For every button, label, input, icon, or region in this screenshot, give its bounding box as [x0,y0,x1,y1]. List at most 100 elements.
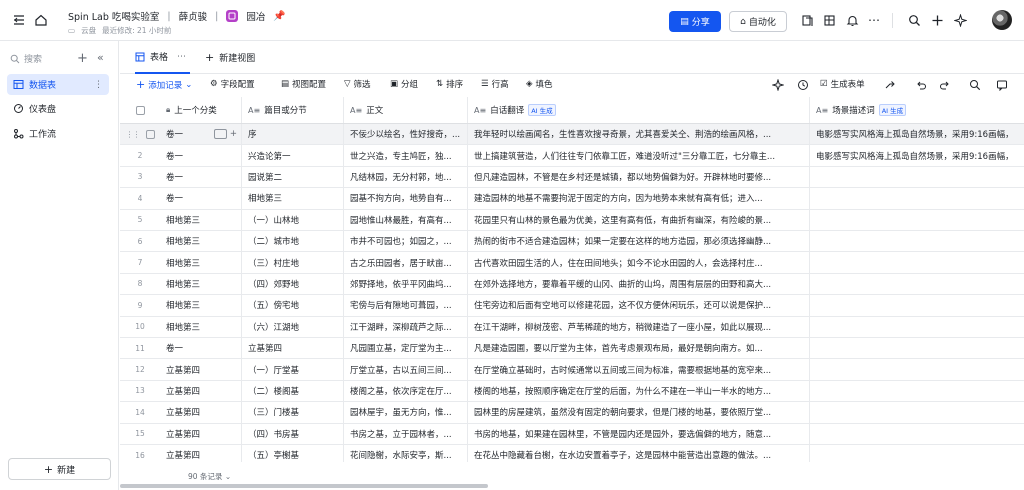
table-cell[interactable]: 序 [242,124,344,145]
row-number-cell[interactable]: 2 [120,145,160,165]
history-icon[interactable] [797,79,809,91]
table-cell[interactable] [810,317,1024,337]
drag-handle-icon[interactable]: ⋮⋮ [126,130,141,139]
table-cell[interactable]: 我年轻时以绘画闻名，生性喜欢搜寻奇景，尤其喜爱关仝、荆浩的绘画风格，... [468,124,810,145]
table-cell[interactable]: 但凡建造园林，不管是在乡村还是城镇，都以地势偏僻为好。开辟林地时要修... [468,166,810,188]
table-cell[interactable]: 电影感写实风格海上孤岛自然场景，采用9:16画幅， [810,145,1024,165]
table-cell[interactable]: 热闹的街市不适合建造园林；如果一定要在这样的地方造园，那必须选择幽静... [468,231,810,252]
table-cell[interactable]: 相地第三 [242,188,344,209]
table-cell[interactable]: 卷一 + [160,124,242,145]
row-number-cell[interactable]: 14 [120,402,160,422]
row-number-cell[interactable]: 9 [120,295,160,315]
filter-button[interactable]: ▽ 筛选 [344,78,371,90]
table-cell[interactable]: 立基第四 [160,359,242,380]
copy-icon[interactable] [800,13,814,27]
table-row[interactable]: 15 立基第四 （四）书房基 书房之基，立于园林者，... 书房的地基，如果建在园林里，… [120,423,1024,445]
row-number-cell[interactable]: 15 [120,424,160,444]
table-cell[interactable]: 卷一 [160,188,242,209]
automation-button[interactable]: ⌂ 自动化 [729,11,787,32]
table-cell[interactable] [810,381,1024,401]
table-cell[interactable]: 相地第三 [160,252,242,273]
table-cell[interactable]: （四）书房基 [242,423,344,444]
table-cell[interactable]: 古之乐田园者，居于畎亩... [344,252,468,273]
redo-icon[interactable] [939,79,951,91]
table-cell[interactable] [810,167,1024,187]
table-cell[interactable]: 书房的地基，如果建在园林里，不管是园内还是园外，要选偏僻的地方，随意... [468,423,810,444]
table-cell[interactable]: 市井不可园也；如园之，... [344,231,468,252]
table-cell[interactable]: 凡结林园，无分村郭，地... [344,166,468,188]
sidebar-item-dashboard[interactable]: 仪表盘 [7,98,109,119]
table-cell[interactable]: 立基第四 [160,423,242,444]
row-checkbox[interactable] [145,129,155,139]
plus-icon[interactable] [930,13,944,27]
row-number-cell[interactable]: 10 [120,317,160,337]
table-cell[interactable]: 在江干湖畔，柳树茂密、芦苇稀疏的地方，稍微建造了一座小屋，如此以展现... [468,316,810,337]
table-row[interactable]: 4 卷一 相地第三 园基不拘方向，地势自有... 建造园林的地基不需要拘泥于固定的方向，… [120,188,1024,210]
row-number-cell[interactable]: 6 [120,231,160,251]
more-vertical-icon[interactable]: ⋮ [94,80,103,90]
select-all-checkbox[interactable] [135,105,145,115]
table-row[interactable]: 7 相地第三 （三）村庄地 古之乐田园者，居于畎亩... 古代喜欢田园生活的人，住在田间… [120,252,1024,274]
sort-button[interactable]: ⇅ 排序 [436,78,463,90]
table-row[interactable]: 3 卷一 园说第二 凡结林园，无分村郭，地... 但凡建造园林，不管是在乡村还是城镇，都… [120,166,1024,189]
sidebar-toggle-icon[interactable] [12,13,26,27]
table-row[interactable]: 16 立基第四 （五）亭榭基 花间隐榭，水际安亭，斯... 在花丛中隐藏着台榭，在水边安… [120,445,1024,462]
base-name[interactable]: 园冶 [246,9,265,23]
table-row[interactable]: 12 立基第四 （一）厅堂基 厅堂立基，古以五间三间... 在厅堂确立基础时，古时候通常… [120,359,1024,381]
table-cell[interactable]: （一）山林地 [242,209,344,230]
search-icon[interactable] [969,79,981,91]
table-cell[interactable]: 书房之基，立于园林者，... [344,423,468,444]
fill-color-button[interactable]: ◈ 填色 [526,78,553,90]
home-icon[interactable] [34,13,48,27]
comment-icon[interactable] [996,79,1008,91]
table-cell[interactable]: 卷一 [160,338,242,359]
table-cell[interactable]: 相地第三 [160,209,242,230]
table-cell[interactable]: 园说第二 [242,166,344,188]
table-cell[interactable]: （三）门楼基 [242,402,344,423]
sparkle-icon[interactable] [953,13,967,27]
table-cell[interactable]: 卷一 [160,145,242,166]
table-cell[interactable] [810,252,1024,272]
table-cell[interactable]: 江干湖畔，深柳疏芦之际... [344,316,468,337]
table-cell[interactable]: 园地惟山林最胜，有高有... [344,209,468,230]
table-row[interactable]: 10 相地第三 （六）江湖地 江干湖畔，深柳疏芦之际... 在江干湖畔，柳树茂密、芦苇稀… [120,316,1024,338]
table-cell[interactable]: 世上搞建筑营造，人们往往专门依靠工匠，难道没听过"三分靠工匠，七分靠主... [468,145,810,166]
bell-icon[interactable] [845,13,859,27]
table-cell[interactable]: 立基第四 [160,380,242,402]
table-cell[interactable]: 楼阁之基，依次序定在厅... [344,380,468,402]
row-number-cell[interactable]: 13 [120,381,160,401]
table-cell[interactable]: 卷一 [160,166,242,188]
add-icon[interactable]: + [77,51,88,66]
column-header[interactable]: A≡ 正文 [344,97,468,123]
table-cell[interactable]: （四）郊野地 [242,273,344,295]
column-header[interactable]: A≡ 场景描述词 AI 生成 [810,97,1024,123]
share-view-icon[interactable] [884,79,896,91]
table-cell[interactable]: 电影感写实风格海上孤岛自然场景，采用9:16画幅， [810,124,1024,144]
more-icon[interactable]: ⋯ [867,13,881,27]
table-cell[interactable] [810,445,1024,462]
table-cell[interactable]: 相地第三 [160,295,242,316]
table-cell[interactable]: 楼阁的地基，按照顺序确定在厅堂的后面，为什么不建在一半山一半水的地方... [468,380,810,402]
search-icon[interactable] [907,13,921,27]
undo-icon[interactable] [915,79,927,91]
collapse-sidebar-icon[interactable]: « [97,51,104,64]
table-row[interactable]: 14 立基第四 （三）门楼基 园林屋宇，虽无方向，惟... 园林里的房屋建筑，虽然没有固… [120,402,1024,424]
table-cell[interactable]: （五）亭榭基 [242,445,344,462]
grid-icon[interactable] [822,13,836,27]
table-cell[interactable] [810,188,1024,208]
row-number-cell[interactable]: ⋮⋮ [120,124,160,144]
row-number-cell[interactable]: 8 [120,274,160,294]
table-cell[interactable]: 古代喜欢田园生活的人，住在田间地头；如今不论水田园的人，会选择村庄... [468,252,810,273]
new-button[interactable]: + 新建 [8,458,111,480]
field-config-button[interactable]: ⚙ 字段配置 [210,78,255,90]
table-cell[interactable]: 花间隐榭，水际安亭，斯... [344,445,468,462]
table-row[interactable]: 13 立基第四 （二）楼阁基 楼阁之基，依次序定在厅... 楼阁的地基，按照顺序确定在厅… [120,380,1024,403]
table-cell[interactable]: 兴造论第一 [242,145,344,166]
table-cell[interactable]: 立基第四 [242,338,344,359]
table-cell[interactable]: 相地第三 [160,273,242,295]
record-count[interactable]: 90 条记录 ⌄ [188,471,231,482]
table-row[interactable]: 9 相地第三 （五）傍宅地 宅傍与后有隙地可葺园，... 住宅旁边和后面有空地可以修建花… [120,295,1024,317]
table-cell[interactable]: 花园里只有山林的景色最为优美，这里有高有低，有曲折有幽深，有险峻的景... [468,209,810,230]
table-cell[interactable]: 在郊外选择地方，要靠着平缓的山冈、曲折的山坞，周围有层层的田野和高大... [468,273,810,295]
avatar[interactable] [992,10,1012,30]
